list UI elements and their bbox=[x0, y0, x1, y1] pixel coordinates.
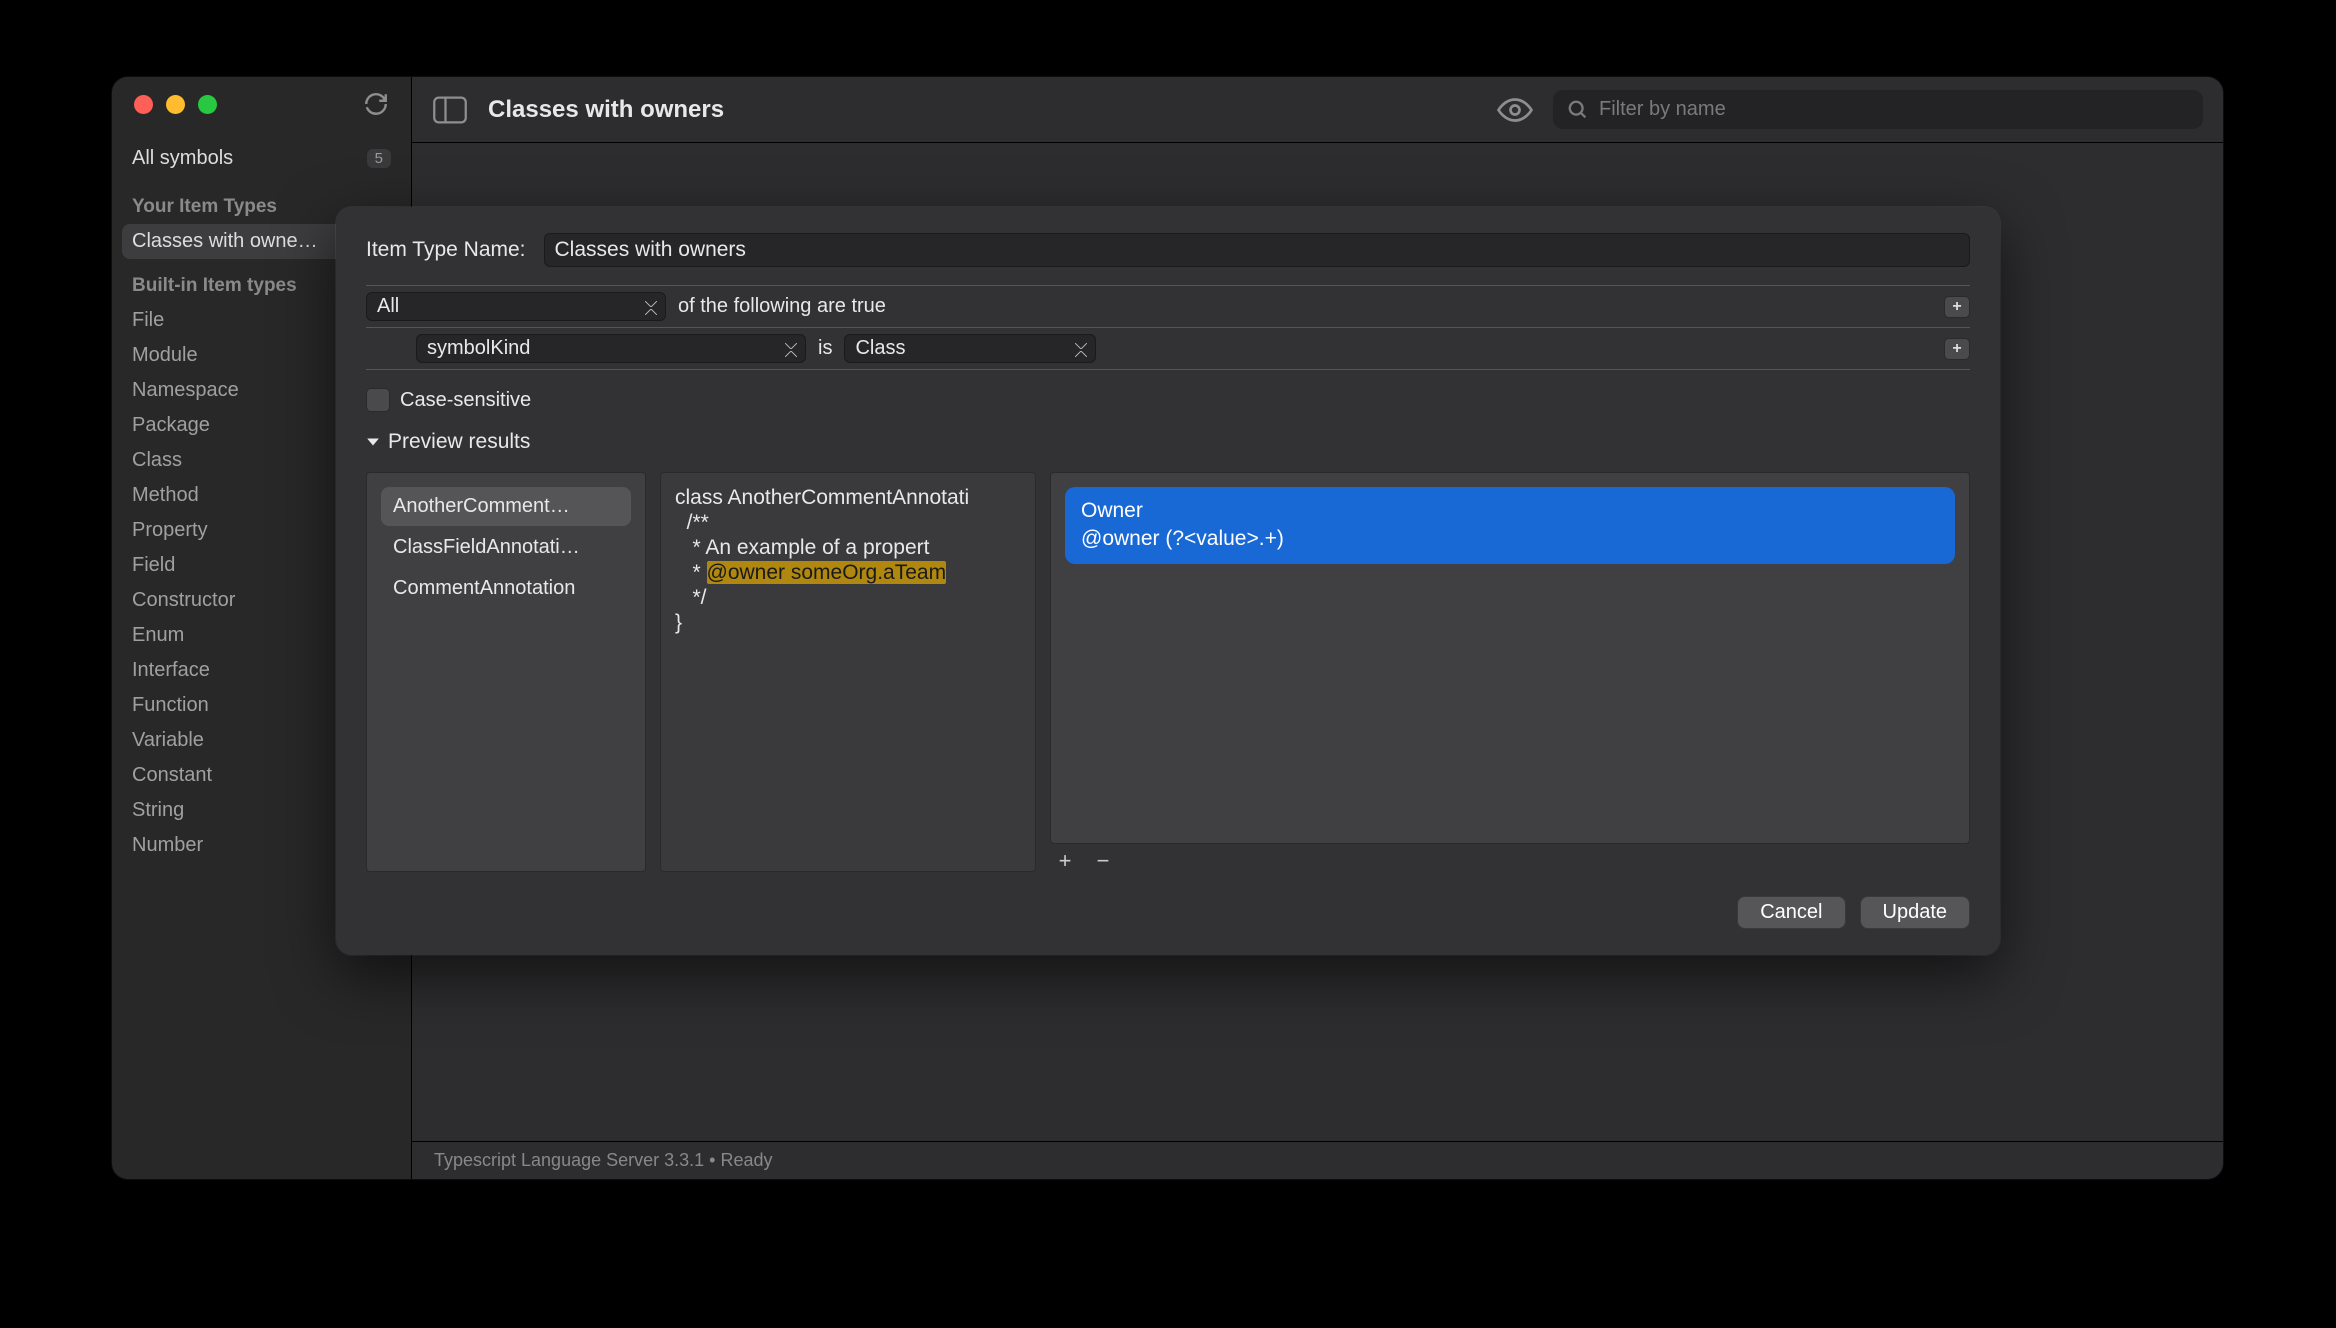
owner-pane: Owner @owner (?<value>.+) + − bbox=[1050, 472, 1970, 872]
sidebar-item-label: Property bbox=[132, 519, 208, 542]
owner-list: Owner @owner (?<value>.+) bbox=[1050, 472, 1970, 844]
sidebar-item-label: Field bbox=[132, 554, 175, 577]
code-line: */ bbox=[675, 586, 707, 609]
preview-label: Preview results bbox=[388, 430, 530, 454]
value-select[interactable]: Class bbox=[844, 334, 1096, 363]
sidebar-item-label: Constant bbox=[132, 764, 212, 787]
name-input[interactable] bbox=[544, 233, 1970, 267]
sidebar-item-label: Method bbox=[132, 484, 199, 507]
sidebar-item-label: Class bbox=[132, 449, 182, 472]
status-bar: Typescript Language Server 3.3.1 • Ready bbox=[412, 1141, 2223, 1179]
owner-title: Owner bbox=[1081, 497, 1939, 525]
sidebar-item-label: File bbox=[132, 309, 164, 332]
rule-quantifier-row: All of the following are true + bbox=[366, 286, 1970, 328]
rule-op: is bbox=[818, 337, 832, 360]
select-value: Class bbox=[855, 337, 905, 360]
owner-pattern: @owner (?<value>.+) bbox=[1081, 525, 1939, 553]
sidebar-item-all-symbols[interactable]: All symbols 5 bbox=[112, 141, 411, 176]
sidebar-item-label: All symbols bbox=[132, 147, 233, 170]
add-condition-button[interactable]: + bbox=[1944, 338, 1970, 360]
owner-item[interactable]: Owner @owner (?<value>.+) bbox=[1065, 487, 1955, 564]
case-sensitive-row: Case-sensitive bbox=[366, 388, 1970, 412]
search-field[interactable] bbox=[1553, 90, 2203, 129]
sidebar-item-label: Variable bbox=[132, 729, 204, 752]
sidebar-item-label: Classes with owne… bbox=[132, 230, 318, 253]
chevron-down-icon bbox=[366, 435, 380, 449]
search-icon bbox=[1567, 99, 1589, 121]
update-button[interactable]: Update bbox=[1860, 896, 1971, 929]
quantifier-suffix: of the following are true bbox=[678, 295, 886, 318]
code-line: } bbox=[675, 611, 682, 634]
code-line: /** bbox=[675, 511, 709, 534]
status-text: Typescript Language Server 3.3.1 • Ready bbox=[434, 1150, 773, 1171]
rule-condition-row: symbolKind is Class + bbox=[366, 328, 1970, 369]
traffic-lights bbox=[134, 95, 217, 114]
sidebar-item-label: Interface bbox=[132, 659, 210, 682]
code-line: class AnotherCommentAnnotati bbox=[675, 486, 969, 509]
sidebar-badge: 5 bbox=[367, 149, 391, 168]
sidebar-item-label: Enum bbox=[132, 624, 184, 647]
sidebar-item-label: Package bbox=[132, 414, 210, 437]
sidebar-toggle-icon[interactable] bbox=[432, 95, 468, 125]
name-label: Item Type Name: bbox=[366, 238, 526, 262]
field-select[interactable]: symbolKind bbox=[416, 334, 806, 363]
case-sensitive-label: Case-sensitive bbox=[400, 389, 531, 412]
preview-header[interactable]: Preview results bbox=[366, 430, 1970, 454]
sidebar-item-label: Function bbox=[132, 694, 209, 717]
visibility-icon[interactable] bbox=[1497, 96, 1533, 124]
item-type-dialog: Item Type Name: All of the following are… bbox=[336, 207, 2000, 955]
preview-list-item[interactable]: CommentAnnotation bbox=[381, 569, 631, 608]
page-title: Classes with owners bbox=[488, 96, 724, 124]
titlebar-controls bbox=[112, 91, 411, 135]
rules-block: All of the following are true + symbolKi… bbox=[366, 285, 1970, 370]
add-rule-button[interactable]: + bbox=[1944, 296, 1970, 318]
select-value: All bbox=[377, 295, 399, 318]
reload-button[interactable] bbox=[363, 91, 389, 117]
sidebar-item-label: Number bbox=[132, 834, 203, 857]
minimize-window-button[interactable] bbox=[166, 95, 185, 114]
name-row: Item Type Name: bbox=[366, 233, 1970, 267]
sidebar-item-label: Constructor bbox=[132, 589, 235, 612]
select-value: symbolKind bbox=[427, 337, 530, 360]
owner-controls: + − bbox=[1050, 844, 1970, 872]
preview-list-item[interactable]: AnotherComment… bbox=[381, 487, 631, 526]
preview-list: AnotherComment… ClassFieldAnnotati… Comm… bbox=[366, 472, 646, 872]
sidebar-item-label: Namespace bbox=[132, 379, 239, 402]
close-window-button[interactable] bbox=[134, 95, 153, 114]
search-input[interactable] bbox=[1599, 98, 2189, 121]
quantifier-select[interactable]: All bbox=[366, 292, 666, 321]
toolbar: Classes with owners bbox=[412, 77, 2223, 143]
cancel-button[interactable]: Cancel bbox=[1737, 896, 1845, 929]
code-highlight: @owner someOrg.aTeam bbox=[707, 561, 947, 584]
sidebar-item-label: String bbox=[132, 799, 184, 822]
code-line: * An example of a propert bbox=[675, 536, 929, 559]
remove-owner-button[interactable]: − bbox=[1092, 850, 1114, 872]
preview-list-item[interactable]: ClassFieldAnnotati… bbox=[381, 528, 631, 567]
code-line: * bbox=[675, 561, 707, 584]
zoom-window-button[interactable] bbox=[198, 95, 217, 114]
code-preview: class AnotherCommentAnnotati /** * An ex… bbox=[660, 472, 1036, 872]
preview-body: AnotherComment… ClassFieldAnnotati… Comm… bbox=[366, 472, 1970, 872]
add-owner-button[interactable]: + bbox=[1054, 850, 1076, 872]
reload-icon bbox=[363, 91, 389, 117]
dialog-buttons: Cancel Update bbox=[366, 896, 1970, 929]
sidebar-item-label: Module bbox=[132, 344, 198, 367]
case-sensitive-checkbox[interactable] bbox=[366, 388, 390, 412]
